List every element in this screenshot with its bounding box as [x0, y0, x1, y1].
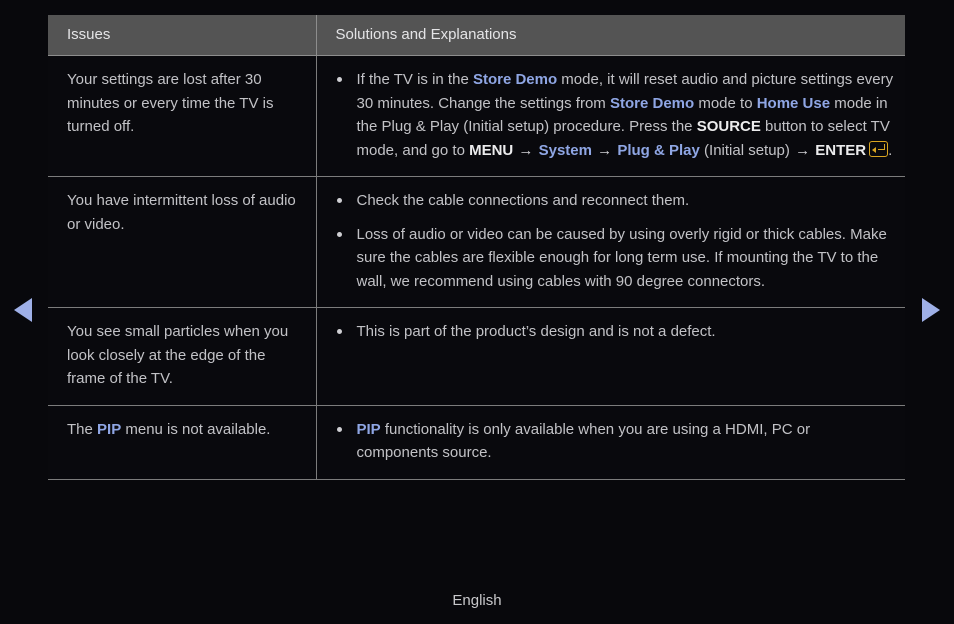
solution-text: mode to: [694, 94, 757, 112]
solution-cell: Check the cable connections and reconnec…: [316, 176, 906, 308]
issue-text: Your settings are lost after 30 minutes …: [48, 56, 316, 153]
column-header-solutions-label: Solutions and Explanations: [335, 26, 517, 43]
issue-text: menu is not available.: [121, 420, 271, 438]
solution-cell: If the TV is in the Store Demo mode, it …: [316, 55, 906, 177]
solution-highlight-term: Store Demo: [609, 94, 695, 112]
issue-text: The PIP menu is not available.: [48, 406, 316, 456]
table-row: You see small particles when you look cl…: [48, 307, 906, 406]
solution-text: This is part of the product’s design and…: [317, 308, 906, 358]
solution-highlight-term: Home Use: [756, 94, 831, 112]
solution-text: Check the cable connections and reconnec…: [356, 192, 690, 209]
issue-text: The: [67, 420, 98, 438]
solution-text: This is part of the product’s design and…: [356, 323, 716, 340]
solution-bullet-list: This is part of the product’s design and…: [335, 320, 896, 344]
solution-text: Loss of audio or video can be caused by …: [356, 225, 887, 290]
solution-key-term: ENTER: [815, 141, 867, 159]
table-body: Your settings are lost after 30 minutes …: [48, 55, 906, 480]
solution-arrow-separator: →: [592, 141, 617, 159]
next-page-arrow-icon[interactable]: [922, 298, 940, 322]
solution-highlight-term: System: [538, 141, 592, 159]
solution-text: If the TV is in the Store Demo mode, it …: [317, 56, 906, 176]
footer-language-label: English: [452, 592, 502, 609]
list-item: This is part of the product’s design and…: [335, 320, 896, 344]
previous-page-arrow-icon[interactable]: [14, 298, 32, 322]
issue-highlight-term: PIP: [97, 420, 122, 438]
solution-text: functionality is only available when you…: [356, 420, 811, 462]
issue-text: You see small particles when you look cl…: [48, 308, 316, 405]
solution-cell: This is part of the product’s design and…: [316, 307, 906, 406]
solution-key-term: MENU: [469, 141, 514, 159]
list-item: PIP functionality is only available when…: [335, 418, 896, 465]
bullet-dot-icon: [336, 426, 342, 432]
solution-arrow-separator: →: [514, 141, 538, 159]
solution-bullet-list: PIP functionality is only available when…: [335, 418, 896, 465]
troubleshooting-table: Issues Solutions and Explanations Your s…: [48, 15, 905, 480]
issue-text: You have intermittent loss of audio or v…: [67, 192, 296, 233]
table-row: Your settings are lost after 30 minutes …: [48, 55, 906, 177]
bullet-dot-icon: [336, 77, 342, 82]
bullet-dot-icon: [336, 329, 342, 334]
table-row: The PIP menu is not available. PIP functi…: [48, 405, 906, 480]
list-item: If the TV is in the Store Demo mode, it …: [335, 68, 896, 162]
list-item: Check the cable connections and reconnec…: [335, 189, 896, 213]
solution-text: Check the cable connections and reconnec…: [317, 177, 906, 307]
table-row: You have intermittent loss of audio or v…: [48, 176, 906, 308]
issue-cell: You have intermittent loss of audio or v…: [48, 176, 317, 308]
column-header-solutions: Solutions and Explanations: [316, 15, 905, 56]
solution-arrow-separator: →: [790, 141, 815, 159]
issue-cell: The PIP menu is not available.: [48, 405, 317, 480]
bullet-dot-icon: [336, 231, 342, 237]
solution-text: If the TV is in the: [356, 71, 473, 88]
solution-bullet-list: Check the cable connections and reconnec…: [335, 189, 896, 293]
solution-highlight-term: Plug & Play: [617, 141, 700, 159]
list-item: Loss of audio or video can be caused by …: [335, 223, 896, 294]
solution-key-term: SOURCE: [696, 118, 761, 135]
solution-text: PIP functionality is only available when…: [317, 406, 906, 479]
bullet-dot-icon: [336, 198, 342, 203]
table-header-row: Issues Solutions and Explanations: [48, 15, 905, 56]
solution-highlight-term: Store Demo: [472, 71, 558, 88]
manual-page: Issues Solutions and Explanations Your s…: [0, 0, 954, 624]
enter-key-icon: [869, 140, 889, 157]
issue-cell: Your settings are lost after 30 minutes …: [48, 55, 317, 177]
issue-cell: You see small particles when you look cl…: [48, 307, 317, 406]
solution-cell: PIP functionality is only available when…: [316, 405, 906, 480]
solution-bullet-list: If the TV is in the Store Demo mode, it …: [335, 68, 896, 162]
solution-highlight-term: PIP: [356, 420, 381, 438]
column-header-issues-label: Issues: [67, 26, 111, 43]
solution-text: (Initial setup): [699, 141, 790, 159]
issue-text: Your settings are lost after 30 minutes …: [67, 71, 274, 135]
issue-text: You have intermittent loss of audio or v…: [48, 177, 316, 250]
issue-text: You see small particles when you look cl…: [67, 323, 289, 387]
solution-text: .: [888, 141, 893, 159]
column-header-issues: Issues: [48, 15, 317, 56]
